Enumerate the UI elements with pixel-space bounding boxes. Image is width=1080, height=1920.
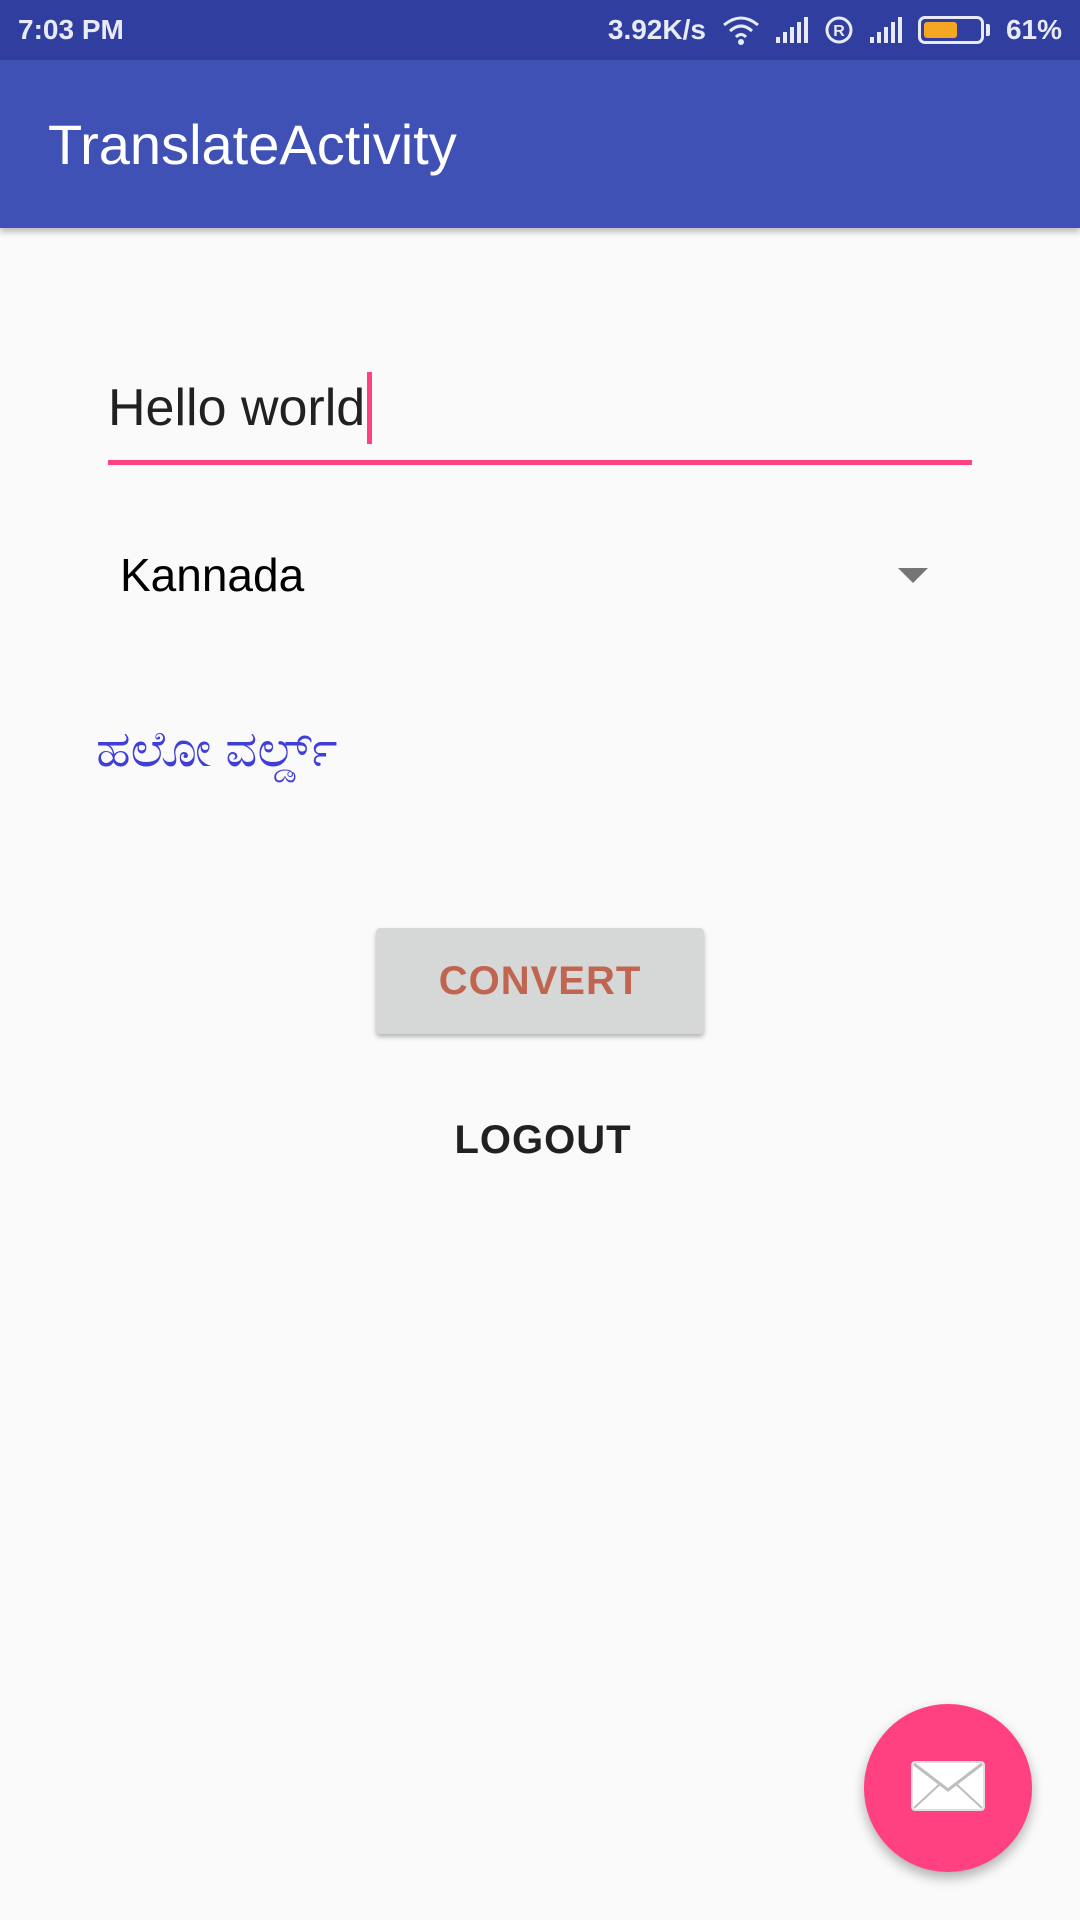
roaming-icon: R	[824, 15, 854, 45]
status-bar: 7:03 PM 3.92K/s R 61%	[0, 0, 1080, 60]
text-cursor	[367, 371, 373, 444]
mail-icon	[910, 1760, 986, 1817]
wifi-icon	[722, 15, 760, 45]
app-title: TranslateActivity	[48, 112, 457, 176]
svg-text:R: R	[833, 23, 845, 40]
mail-fab-button[interactable]	[864, 1704, 1032, 1872]
convert-button[interactable]: CONVERT	[376, 928, 704, 1034]
signal-icon	[869, 17, 902, 43]
status-icons: 3.92K/s R 61%	[608, 14, 1062, 46]
app-bar: TranslateActivity	[0, 60, 1080, 228]
language-spinner[interactable]: Kannada	[108, 530, 948, 620]
selected-language: Kannada	[120, 549, 305, 601]
battery-level	[923, 22, 957, 38]
logout-button[interactable]: LOGOUT	[380, 1100, 706, 1180]
text-input[interactable]: Hello world	[108, 355, 972, 465]
dropdown-arrow-icon	[898, 567, 928, 583]
battery-icon	[917, 16, 990, 44]
translate-screen: 7:03 PM 3.92K/s R 61% TranslateActivity …	[0, 0, 1080, 1920]
battery-percent: 61%	[1005, 14, 1062, 45]
status-time: 7:03 PM	[18, 14, 124, 45]
input-value: Hello world	[108, 378, 366, 437]
signal-icon	[775, 17, 808, 43]
network-speed: 3.92K/s	[607, 14, 706, 45]
translated-text: ಹಲೋ ವರ್ಲ್ಡ್	[96, 721, 338, 777]
